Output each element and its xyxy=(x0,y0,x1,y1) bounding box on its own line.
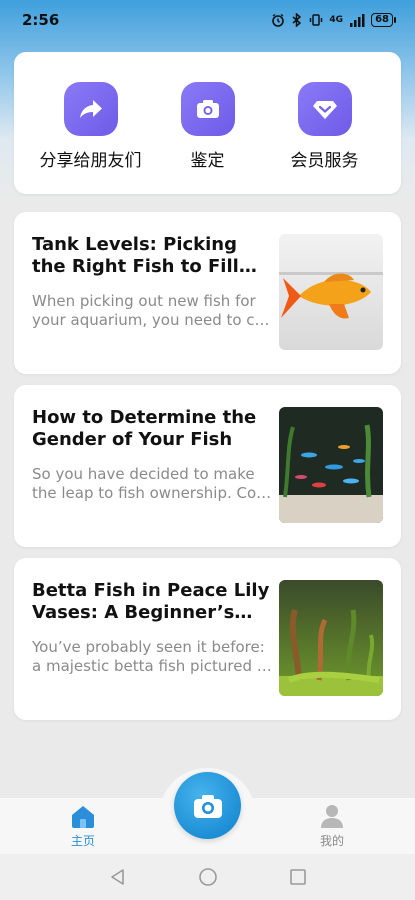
membership-label: 会员服务 xyxy=(290,151,359,171)
article-title: How to Determine the Gender of Your Fish xyxy=(32,407,257,450)
share-arrow-icon xyxy=(63,82,118,136)
back-triangle-icon[interactable] xyxy=(108,867,128,887)
signal-label: 4G xyxy=(329,15,344,25)
camera-icon xyxy=(180,82,235,136)
share-label: 分享给朋友们 xyxy=(39,151,142,171)
share-action[interactable]: 分享给朋友们 xyxy=(36,82,146,194)
article-card[interactable]: Betta Fish in Peace Lily Vases: A Beginn… xyxy=(14,558,401,720)
article-title: Tank Levels: Picking the Right Fish to F… xyxy=(32,234,239,277)
home-icon xyxy=(72,806,94,828)
quick-actions-card: 分享给朋友们 鉴定 会员服务 xyxy=(14,52,401,194)
membership-action[interactable]: 会员服务 xyxy=(270,82,380,194)
article-description: You’ve probably seen it before: a majest… xyxy=(32,638,272,675)
tab-mine-label: 我的 xyxy=(319,834,344,848)
user-icon xyxy=(321,805,343,828)
vibrate-icon xyxy=(310,14,323,26)
identify-action[interactable]: 鉴定 xyxy=(153,82,263,194)
camera-icon xyxy=(193,794,222,818)
article-text: Betta Fish in Peace Lily Vases: A Beginn… xyxy=(32,580,272,720)
tab-home-label: 主页 xyxy=(70,834,95,848)
status-bar: 2:56 4G 68 xyxy=(0,0,415,40)
home-circle-icon[interactable] xyxy=(198,867,218,887)
article-card[interactable]: Tank Levels: Picking the Right Fish to F… xyxy=(14,212,401,374)
aquarium-fish-photo xyxy=(279,407,383,523)
diamond-icon xyxy=(297,82,352,136)
signal-icon xyxy=(350,13,365,27)
recents-square-icon[interactable] xyxy=(288,867,308,887)
article-card[interactable]: How to Determine the Gender of Your Fish… xyxy=(14,385,401,547)
tab-home[interactable]: 主页 xyxy=(43,804,123,849)
article-title: Betta Fish in Peace Lily Vases: A Beginn… xyxy=(32,580,270,623)
battery-indicator: 68 xyxy=(371,13,396,27)
identify-label: 鉴定 xyxy=(190,151,225,171)
article-description: So you have decided to make the leap to … xyxy=(32,465,272,502)
camera-button[interactable] xyxy=(174,772,241,839)
orange-fish-photo xyxy=(279,234,383,350)
article-text: How to Determine the Gender of Your Fish… xyxy=(32,407,272,547)
aquarium-plants-photo xyxy=(279,580,383,696)
status-icons: 4G 68 xyxy=(271,13,396,27)
status-time: 2:56 xyxy=(22,11,60,29)
article-description: When picking out new fish for your aquar… xyxy=(32,292,270,329)
tab-mine[interactable]: 我的 xyxy=(292,804,372,849)
bluetooth-icon xyxy=(292,13,302,27)
system-nav-bar xyxy=(0,854,415,900)
alarm-icon xyxy=(272,13,285,27)
article-text: Tank Levels: Picking the Right Fish to F… xyxy=(32,234,272,374)
